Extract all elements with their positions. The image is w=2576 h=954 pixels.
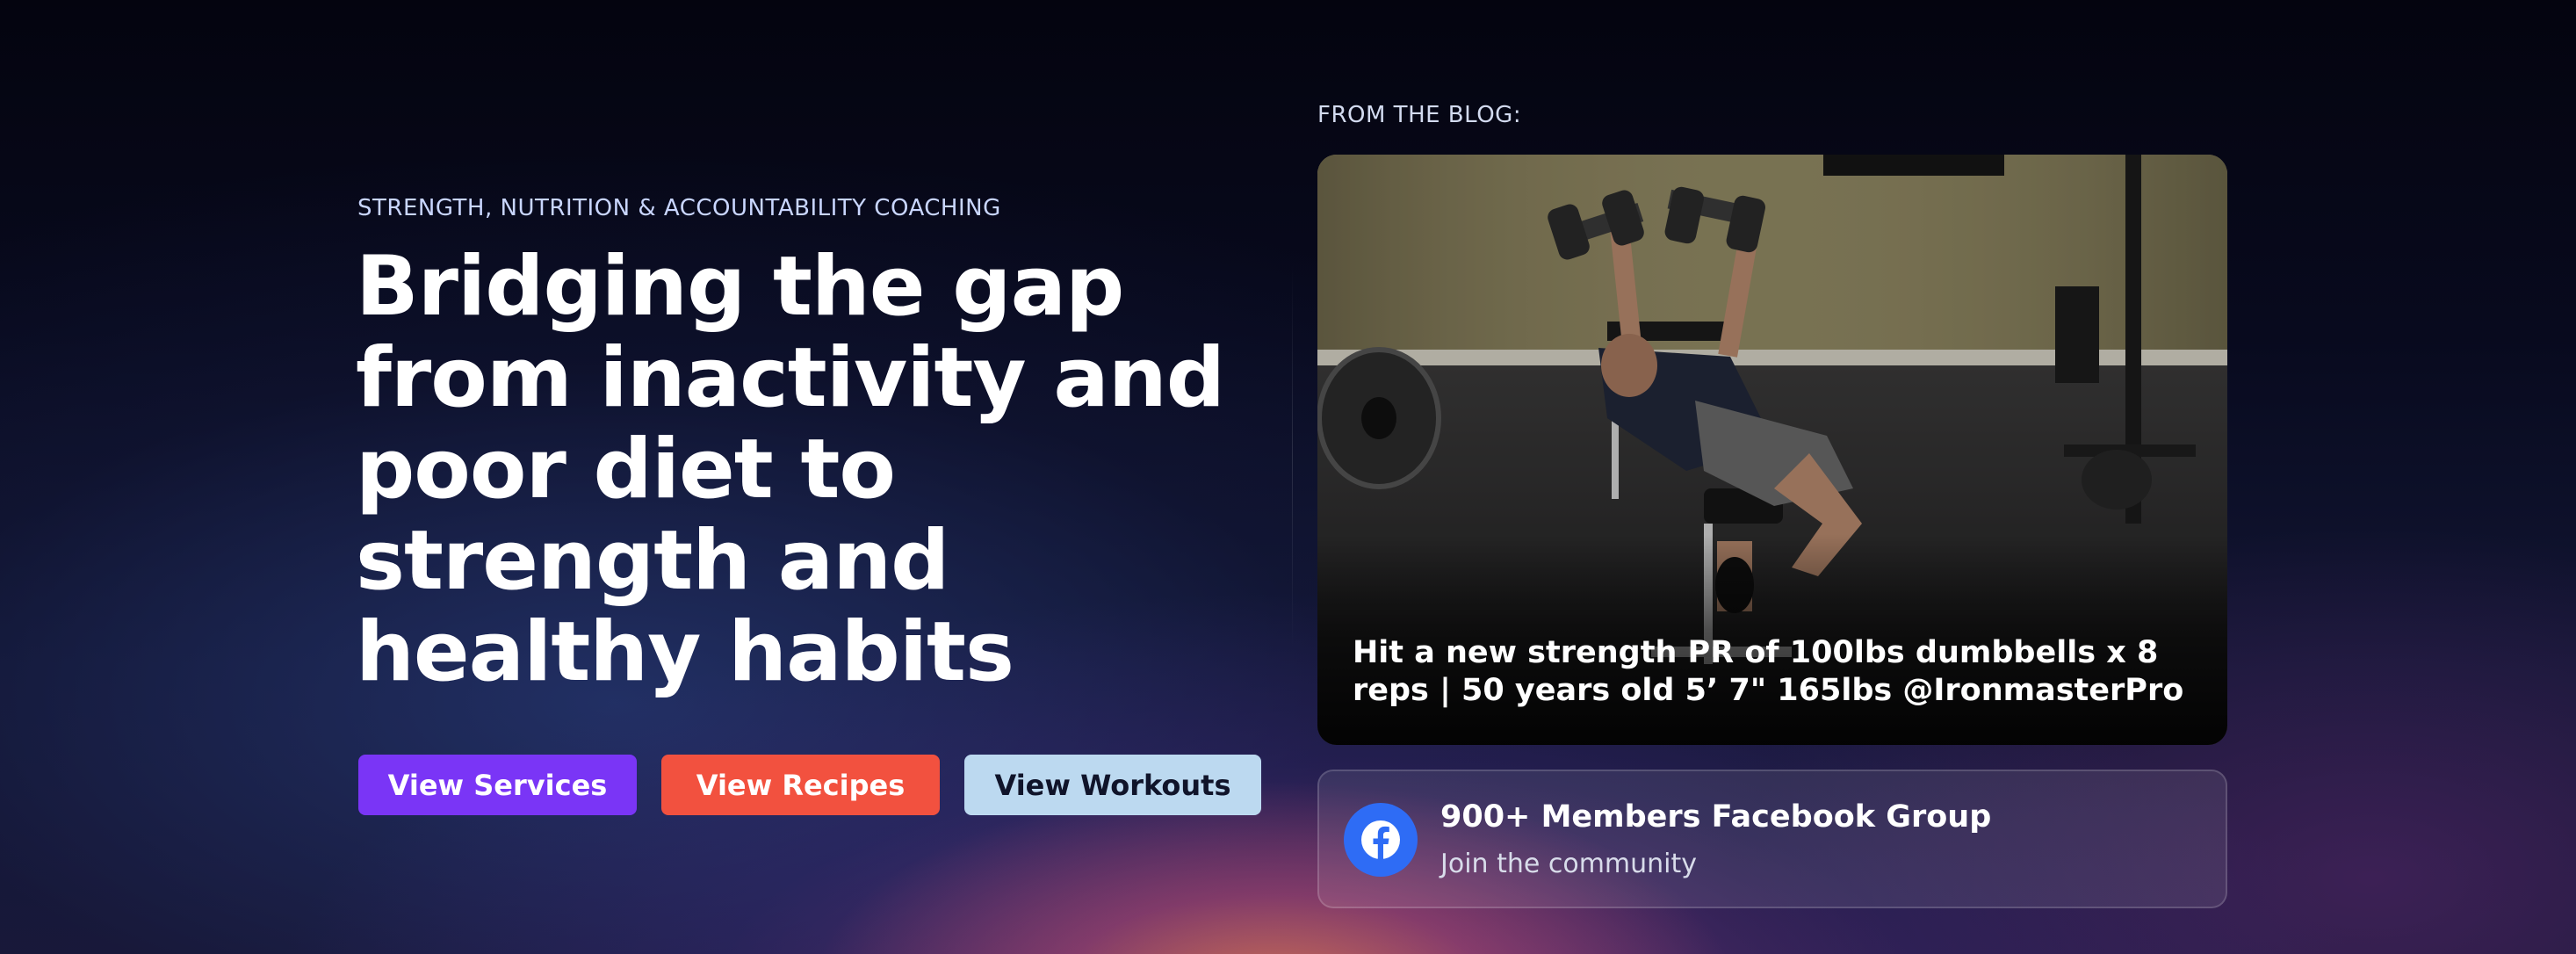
view-services-button[interactable]: View Services: [358, 755, 637, 815]
facebook-group-subtitle: Join the community: [1440, 849, 1698, 879]
section-divider: [1292, 264, 1293, 650]
facebook-group-card[interactable]: 900+ Members Facebook Group Join the com…: [1317, 770, 2227, 908]
facebook-icon: [1344, 803, 1418, 877]
hero-headline: Bridging the gap from inactivity and poo…: [356, 239, 1225, 700]
blog-caption-overlay: Hit a new strength PR of 100lbs dumbbell…: [1317, 534, 2227, 745]
blog-post-title[interactable]: Hit a new strength PR of 100lbs dumbbell…: [1353, 634, 2192, 710]
blog-post-card[interactable]: Hit a new strength PR of 100lbs dumbbell…: [1317, 155, 2227, 745]
view-workouts-button[interactable]: View Workouts: [964, 755, 1261, 815]
view-recipes-button[interactable]: View Recipes: [661, 755, 940, 815]
hero-kicker: STRENGTH, NUTRITION & ACCOUNTABILITY COA…: [357, 195, 1001, 221]
facebook-group-title: 900+ Members Facebook Group: [1440, 799, 1992, 835]
blog-label: FROM THE BLOG:: [1317, 102, 1522, 128]
